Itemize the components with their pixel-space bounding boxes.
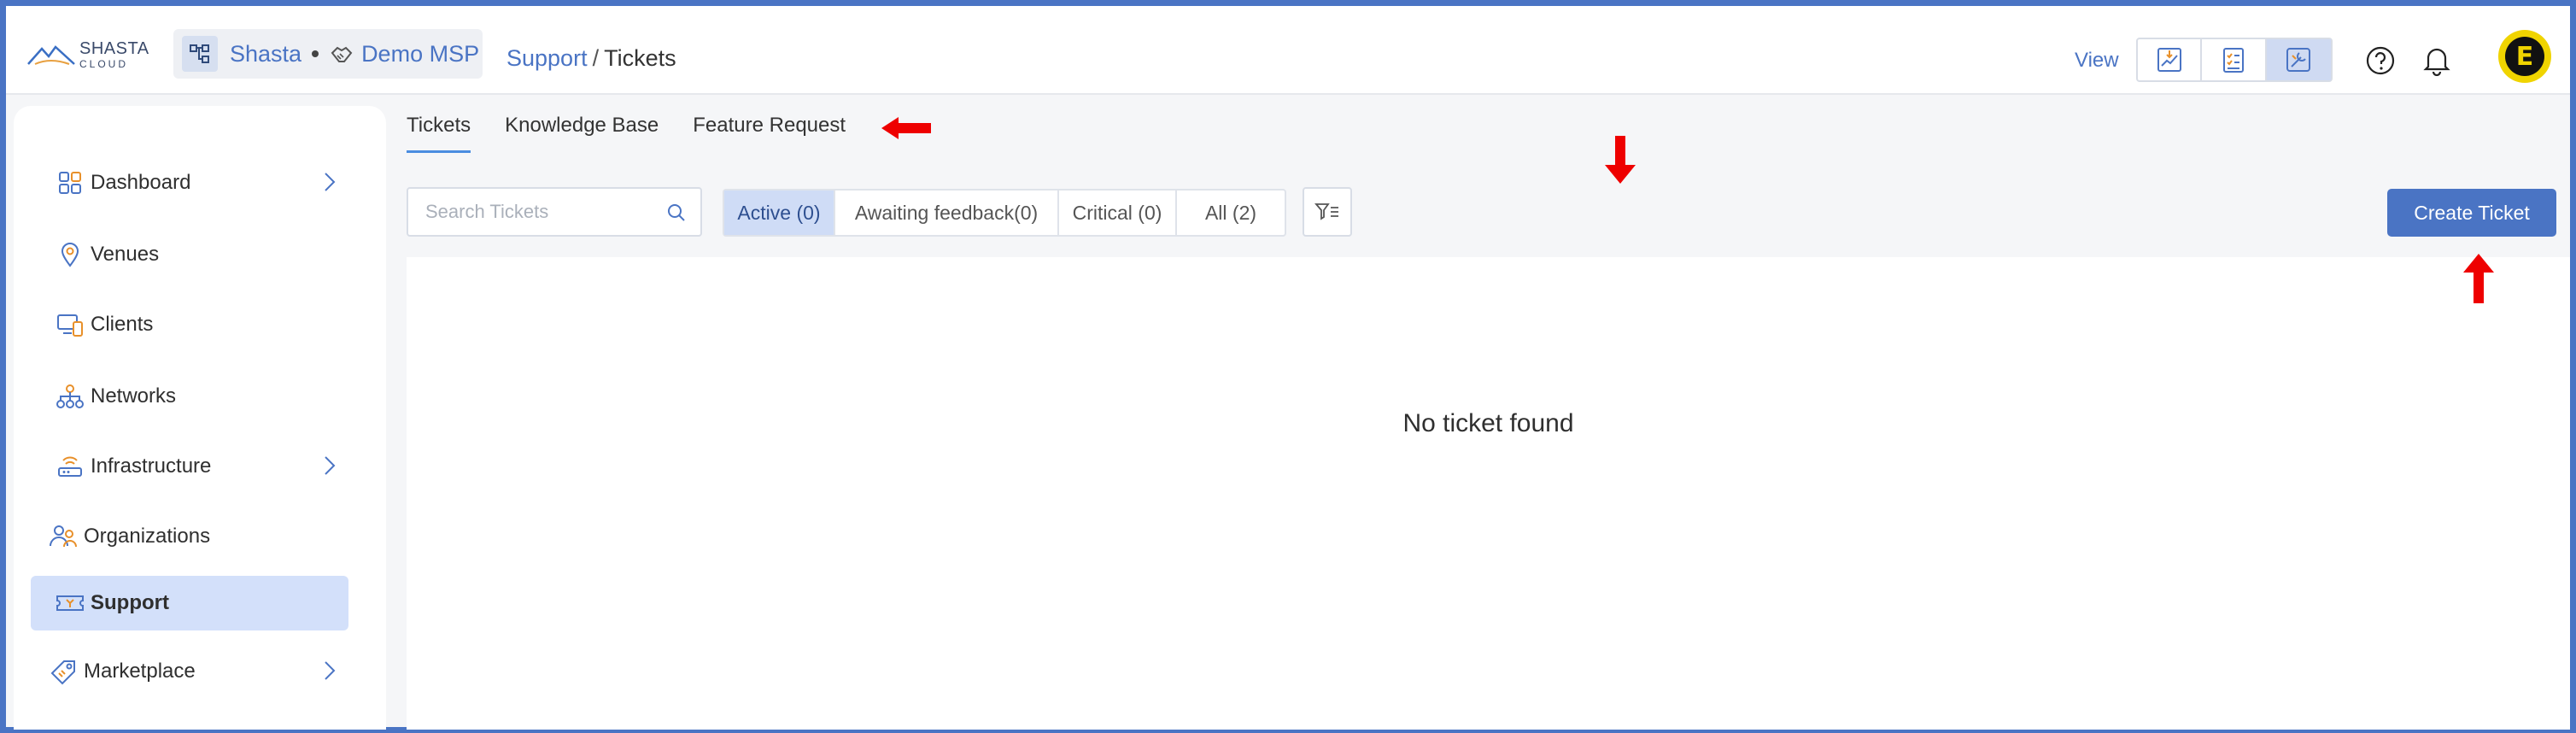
annotation-arrow-up-icon [2462,252,2496,309]
handshake-icon [329,41,354,67]
sidebar-item-marketplace[interactable]: Marketplace [31,644,348,699]
tag-icon [46,654,80,689]
logo-text-line2: CLOUD [79,58,129,70]
mountain-logo-icon [27,45,75,65]
main-panel: Tickets Knowledge Base Feature Request A… [386,95,2570,730]
view-switcher [2136,38,2333,82]
sidebar-item-infrastructure[interactable]: Infrastructure [31,439,348,494]
clients-devices-icon [53,308,87,342]
sidebar-item-label: Infrastructure [91,454,212,478]
advanced-filter-button[interactable] [1303,187,1352,237]
organizations-icon [46,519,80,554]
sidebar-item-label: Support [91,591,169,614]
separator-dot [312,50,319,57]
create-ticket-button[interactable]: Create Ticket [2387,189,2556,237]
sidebar-item-networks[interactable]: Networks [31,369,348,424]
tools-icon [2286,48,2311,72]
view-checklist-button[interactable] [2202,39,2267,80]
sidebar-item-label: Venues [91,243,160,266]
view-label: View [2075,49,2119,72]
hierarchy-icon [182,36,218,72]
breadcrumb-separator: / [592,45,600,71]
sidebar-item-label: Dashboard [91,171,191,194]
filter-all[interactable]: All (2) [1177,191,1285,235]
sidebar-item-label: Networks [91,384,177,408]
breadcrumb-current: Tickets [604,45,676,71]
annotation-arrow-left-icon [880,115,933,145]
report-chart-icon [2157,48,2181,72]
help-icon[interactable] [2365,45,2396,80]
empty-state-message: No ticket found [1402,409,1574,437]
dashboard-icon [53,166,87,200]
search-input[interactable] [425,201,656,223]
user-avatar[interactable]: E [2498,30,2551,83]
sidebar-item-support[interactable]: Support [31,576,348,630]
chevron-right-icon [323,454,337,481]
search-tickets-field[interactable] [407,187,702,237]
shasta-cloud-logo[interactable]: SHASTA CLOUD [26,40,149,69]
sidebar-item-clients[interactable]: Clients [31,297,348,352]
filter-icon [1314,203,1338,220]
sidebar-item-label: Marketplace [84,660,196,683]
org-switcher[interactable]: Shasta Demo MSP [173,29,483,79]
support-tabs: Tickets Knowledge Base Feature Request [407,114,880,153]
sidebar-item-organizations[interactable]: Organizations [31,509,348,564]
filter-critical[interactable]: Critical (0) [1059,191,1177,235]
tab-tickets[interactable]: Tickets [407,114,471,153]
tickets-list-area: No ticket found [407,257,2570,730]
ticket-icon [53,586,87,620]
top-bar: SHASTA CLOUD Shasta Demo MSP Support / Tic… [6,6,2570,95]
checklist-icon [2223,48,2245,73]
org-name: Demo MSP [361,40,480,67]
sidebar-item-label: Clients [91,313,154,336]
avatar-letter: E [2505,37,2544,76]
router-icon [53,449,87,484]
sidebar-item-venues[interactable]: Venues [31,227,348,282]
tab-feature-request[interactable]: Feature Request [693,114,846,153]
breadcrumb: Support / Tickets [506,45,676,72]
chevron-right-icon [323,171,337,197]
sidebar: Dashboard Venues Clients Networks Infras… [14,106,386,730]
network-tree-icon [53,379,87,413]
tenant-name: Shasta [230,40,302,67]
sidebar-item-label: Organizations [84,525,211,548]
annotation-arrow-down-icon [1603,134,1637,190]
search-icon[interactable] [666,202,687,227]
filter-active[interactable]: Active (0) [724,191,835,235]
location-pin-icon [53,237,87,272]
view-report-button[interactable] [2138,39,2203,80]
sidebar-item-dashboard[interactable]: Dashboard [31,155,348,210]
notification-bell-icon[interactable] [2421,44,2452,80]
tab-knowledge-base[interactable]: Knowledge Base [505,114,659,153]
filter-awaiting-feedback[interactable]: Awaiting feedback(0) [835,191,1059,235]
breadcrumb-support-link[interactable]: Support [506,45,588,71]
logo-text-line1: SHASTA [79,39,149,58]
view-tools-button[interactable] [2266,39,2332,80]
chevron-right-icon [323,660,337,686]
ticket-status-filter: Active (0) Awaiting feedback(0) Critical… [723,189,1286,237]
